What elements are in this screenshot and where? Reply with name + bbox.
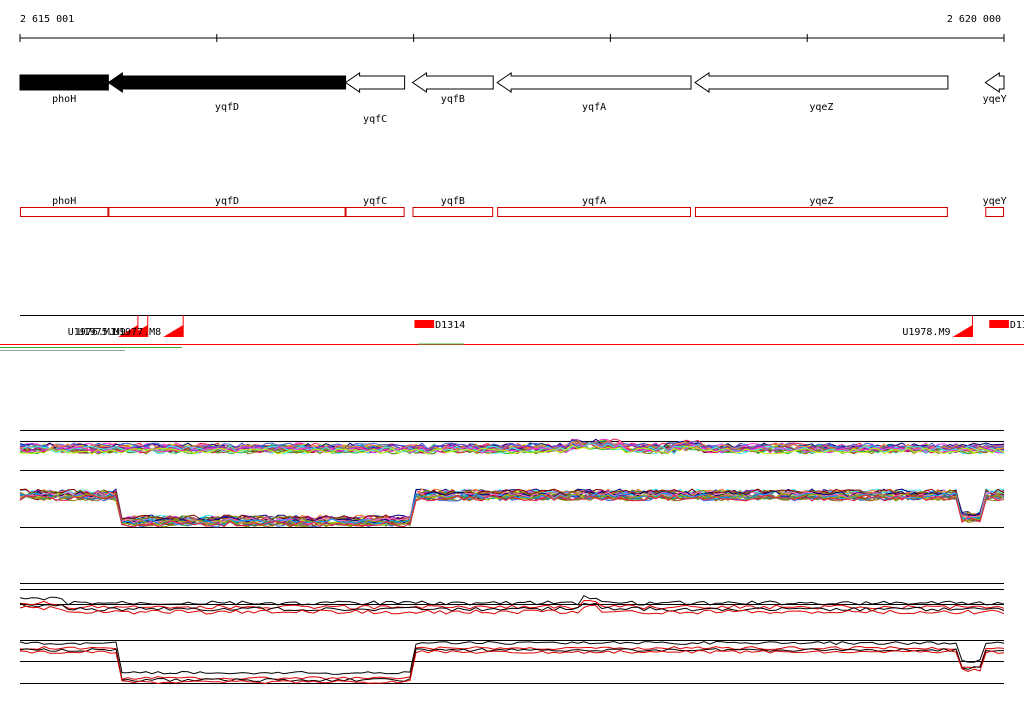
gene-arrow-yqfD[interactable] xyxy=(107,72,347,93)
gene-box-label-yqfC: yqfC xyxy=(363,196,387,207)
gene-box-yqfA[interactable] xyxy=(497,207,692,217)
gene-box-yqfB[interactable] xyxy=(412,207,494,217)
feature-triangle[interactable] xyxy=(952,325,973,337)
summary-profile-panel xyxy=(19,583,1005,685)
gene-label-yqfD: yqfD xyxy=(215,102,239,113)
feature-label: D1314 xyxy=(435,320,465,331)
profile-lines xyxy=(19,438,1005,528)
summary-trace-upper xyxy=(19,594,1005,606)
summary-trace-upper xyxy=(19,604,1005,615)
gene-label-yqfC: yqfC xyxy=(363,114,387,125)
summary-trace-lower xyxy=(19,647,1004,682)
gene-label-yqeZ: yqeZ xyxy=(809,102,833,113)
summary-trace-lower xyxy=(19,649,1005,685)
ruler-start-label: 2 615 001 xyxy=(20,14,74,25)
feature-label: D13 xyxy=(1010,320,1024,331)
gene-box-label-yqfA: yqfA xyxy=(582,196,606,207)
gene-box-label-yqfB: yqfB xyxy=(441,196,465,207)
gene-box-yqfD[interactable] xyxy=(108,207,346,217)
gene-label-yqeY: yqeY xyxy=(983,94,1007,105)
summary-lines xyxy=(19,594,1005,685)
summary-trace-lower xyxy=(19,645,1005,681)
gene-box-yqeZ[interactable] xyxy=(694,207,948,217)
feature-box[interactable] xyxy=(989,320,1009,328)
gene-box-yqeY[interactable] xyxy=(985,207,1004,217)
gene-box-yqfC[interactable] xyxy=(345,207,405,217)
gene-box-label-phoH: phoH xyxy=(52,196,76,207)
gene-label-yqfB: yqfB xyxy=(441,94,465,105)
gene-arrow-yqfB[interactable] xyxy=(411,72,494,93)
expression-profile-panel xyxy=(19,430,1005,528)
gene-box-label-yqeZ: yqeZ xyxy=(809,196,833,207)
gene-arrow-phoH[interactable] xyxy=(19,74,109,91)
gene-arrow-yqeZ[interactable] xyxy=(694,72,949,93)
gene-arrow-yqfC[interactable] xyxy=(344,72,406,93)
gene-arrow-yqfA[interactable] xyxy=(496,72,692,93)
gene-arrow-yqeY[interactable] xyxy=(984,72,1005,93)
feature-label: U1977.M8 xyxy=(113,327,161,338)
gene-box-label-yqeY: yqeY xyxy=(983,196,1007,207)
gene-box-phoH[interactable] xyxy=(20,207,109,217)
genome-browser: 2 615 001 2 620 000 phoH yqfD yqfC yqfB yqfA… xyxy=(0,14,1024,685)
feature-track: U1976.M1U1975.M9U1977.M8D1314U1978.M9D13 xyxy=(0,315,1024,351)
feature-label: U1978.M9 xyxy=(902,327,950,338)
feature-triangle[interactable] xyxy=(163,325,184,337)
coordinate-ruler: 2 615 001 2 620 000 xyxy=(19,14,1005,42)
ruler-end-label: 2 620 000 xyxy=(947,14,1001,25)
gene-label-yqfA: yqfA xyxy=(582,102,606,113)
gene-label-phoH: phoH xyxy=(52,94,76,105)
gene-box-label-yqfD: yqfD xyxy=(215,196,239,207)
gene-arrow-track: phoH yqfD yqfC yqfB yqfA yqeZ yqeY xyxy=(19,72,1007,125)
feature-box[interactable] xyxy=(414,320,435,328)
gene-box-track: phoH yqfD yqfC yqfB yqfA yqeZ yqeY xyxy=(20,196,1007,217)
